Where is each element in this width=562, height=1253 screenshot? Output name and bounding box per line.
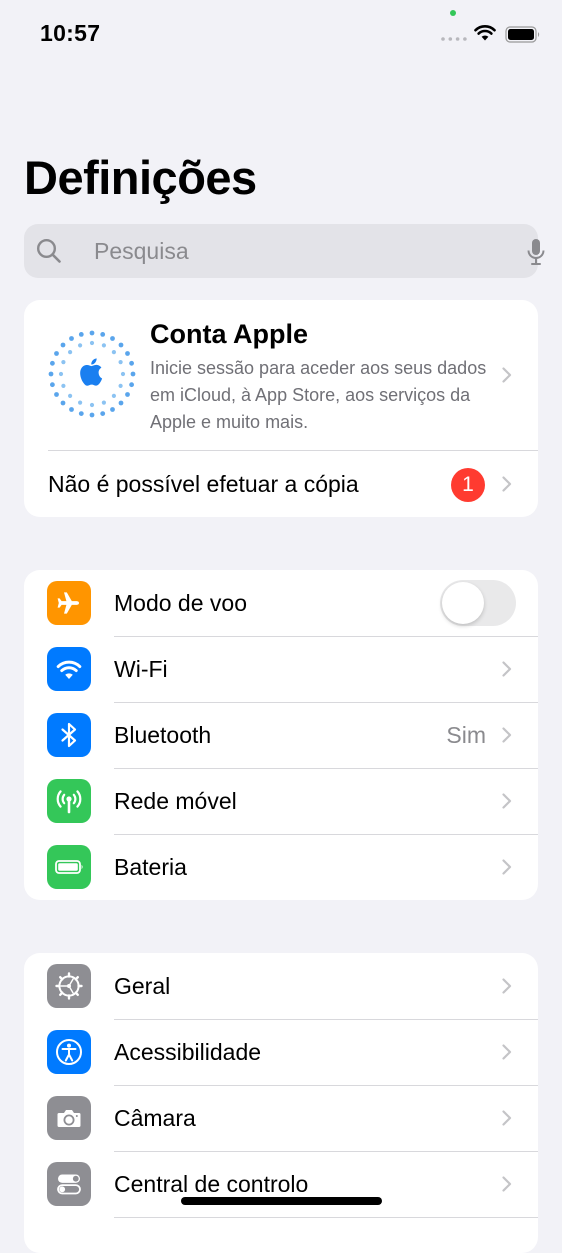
page-title: Definições	[24, 151, 257, 204]
settings-row-label: Câmara	[114, 1105, 196, 1131]
chevron-right-icon	[502, 1110, 512, 1126]
battery-icon	[47, 845, 91, 889]
switches-icon	[47, 1162, 91, 1206]
settings-row-label: Acessibilidade	[114, 1039, 262, 1065]
divider	[114, 834, 538, 835]
divider	[114, 768, 538, 769]
divider	[114, 1151, 538, 1152]
account-description: Inicie sessão para aceder aos seus dados…	[150, 358, 487, 432]
toggle-knob	[442, 582, 484, 624]
home-indicator[interactable]	[181, 1197, 382, 1205]
divider	[114, 702, 538, 703]
status-time: 10:57	[40, 20, 101, 46]
settings-row-bluetooth[interactable]: Bluetooth Sim	[24, 702, 538, 768]
apple-logo-icon	[48, 330, 136, 418]
bluetooth-status-value: Sim	[446, 722, 486, 748]
divider	[114, 1085, 538, 1086]
wifi-icon	[47, 647, 91, 691]
cellular-dots-icon	[441, 37, 467, 41]
antenna-icon	[47, 779, 91, 823]
backup-warning-label: Não é possível efetuar a cópia	[48, 471, 359, 497]
notification-badge: 1	[451, 468, 485, 502]
search-input[interactable]	[94, 236, 494, 266]
microphone-icon[interactable]	[526, 238, 546, 266]
gear-icon	[47, 964, 91, 1008]
chevron-right-icon	[502, 1044, 512, 1060]
settings-row-accessibility[interactable]: Acessibilidade	[24, 1019, 538, 1085]
bluetooth-icon	[47, 713, 91, 757]
account-title: Conta Apple	[150, 319, 308, 349]
camera-icon	[47, 1096, 91, 1140]
status-bar: 10:57	[0, 0, 562, 70]
camera-in-use-indicator	[450, 10, 456, 16]
search-bar[interactable]	[24, 224, 545, 278]
divider	[114, 1019, 538, 1020]
settings-row-label: Central de controlo	[114, 1171, 309, 1197]
settings-row-wifi[interactable]: Wi-Fi	[24, 636, 538, 702]
settings-row-battery[interactable]: Bateria	[24, 834, 538, 900]
chevron-right-icon	[502, 793, 512, 809]
chevron-right-icon	[502, 859, 512, 875]
accessibility-icon	[47, 1030, 91, 1074]
settings-row-mobile-network[interactable]: Rede móvel	[24, 768, 538, 834]
wifi-icon	[474, 25, 496, 41]
search-icon	[36, 238, 61, 263]
apple-account-card: Conta Apple Inicie sessão para aceder ao…	[24, 300, 538, 517]
settings-row-label: Modo de voo	[114, 590, 247, 616]
settings-row-partial	[24, 1217, 538, 1253]
chevron-right-icon	[502, 1176, 512, 1192]
chevron-right-icon	[502, 367, 512, 383]
chevron-right-icon	[502, 476, 512, 492]
settings-row-control-center[interactable]: Central de controlo	[24, 1151, 538, 1217]
airplane-mode-toggle[interactable]	[440, 580, 516, 626]
divider	[114, 636, 538, 637]
backup-warning-row[interactable]: Não é possível efetuar a cópia 1	[24, 451, 538, 517]
chevron-right-icon	[502, 661, 512, 677]
connectivity-group: Modo de voo Wi-Fi Bluetooth Sim Rede móv…	[24, 570, 538, 900]
settings-row-label: Geral	[114, 973, 171, 999]
settings-row-camera[interactable]: Câmara	[24, 1085, 538, 1151]
settings-row-label: Bateria	[114, 854, 187, 880]
settings-row-general[interactable]: Geral	[24, 953, 538, 1019]
settings-row-label: Rede móvel	[114, 788, 237, 814]
account-sign-in-row[interactable]: Conta Apple Inicie sessão para aceder ao…	[24, 300, 538, 450]
settings-row-label: Wi-Fi	[114, 656, 168, 682]
chevron-right-icon	[502, 727, 512, 743]
general-group: Geral Acessibilidade Câmara Central de c…	[24, 953, 538, 1253]
settings-row-airplane-mode: Modo de voo	[24, 570, 538, 636]
airplane-icon	[47, 581, 91, 625]
settings-row-label: Bluetooth	[114, 722, 212, 748]
chevron-right-icon	[502, 978, 512, 994]
battery-icon	[505, 26, 540, 43]
